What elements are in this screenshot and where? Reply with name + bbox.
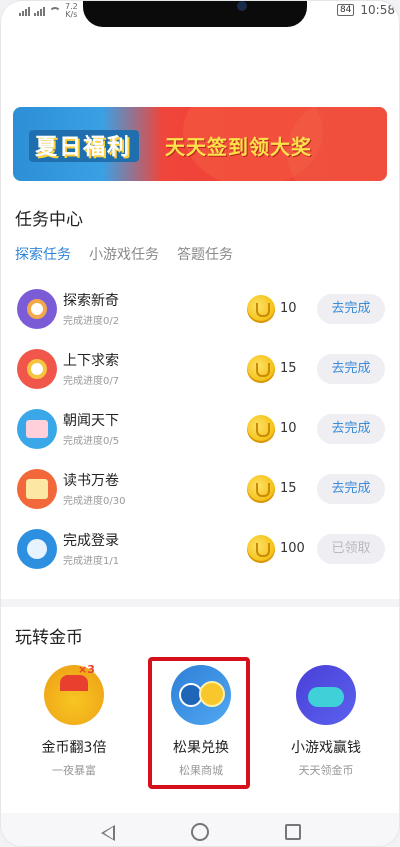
task-name: 上下求索: [63, 353, 119, 369]
clock: 10:58: [360, 3, 395, 17]
search-ring-icon: [17, 349, 57, 389]
status-bar: 7.2 K/s 84 10:58: [1, 1, 399, 29]
tab-explore[interactable]: 探索任务: [15, 244, 71, 264]
banner-subtitle: 天天签到领大奖: [165, 135, 312, 159]
task-name: 朝闻天下: [63, 413, 119, 429]
network-speed: 7.2 K/s: [65, 3, 78, 19]
task-center-title: 任务中心: [15, 210, 83, 230]
back-icon[interactable]: [101, 825, 115, 841]
promo-banner[interactable]: 夏日福利 天天签到领大奖: [13, 107, 387, 181]
signal-icon-2: [34, 6, 45, 16]
tab-minigame[interactable]: 小游戏任务: [89, 244, 159, 264]
task-progress: 完成进度1/1: [63, 556, 120, 567]
status-right: 84 10:58: [336, 3, 395, 17]
login-shield-icon: [17, 529, 57, 569]
task-name: 探索新奇: [63, 293, 119, 309]
game-name: 金币翻3倍: [41, 740, 107, 756]
camera-icon: [237, 1, 247, 11]
task-row: 读书万卷 完成进度0/30 15 去完成: [1, 461, 399, 521]
status-left: 7.2 K/s: [19, 3, 78, 19]
task-list: 探索新奇 完成进度0/2 10 去完成 上下求索 完成进度0/7 15 去完成 …: [1, 281, 399, 581]
task-name: 完成登录: [63, 533, 119, 549]
task-progress: 完成进度0/7: [63, 376, 120, 387]
coin-flip-card[interactable]: ×3 金币翻3倍 一夜暴富: [19, 663, 129, 778]
coin-flip-cap: [60, 675, 88, 691]
coin-icon: [247, 355, 275, 383]
signal-icon: [19, 6, 30, 16]
gamepad-icon: [296, 665, 356, 725]
battery-icon: 84: [336, 4, 355, 16]
task-reward: 15: [280, 361, 297, 376]
task-progress: 完成进度0/5: [63, 436, 120, 447]
task-reward: 15: [280, 481, 297, 496]
phone-screen: 7.2 K/s 84 10:58 夏日福利 天天签到领大奖 任务中心 探索任务 小…: [0, 0, 400, 847]
task-name: 读书万卷: [63, 473, 119, 489]
section-divider: [1, 599, 399, 607]
task-reward: 10: [280, 421, 297, 436]
task-action-button[interactable]: 去完成: [317, 294, 385, 324]
highlight-box: [148, 657, 250, 789]
speed-unit: K/s: [65, 10, 78, 19]
task-action-button[interactable]: 去完成: [317, 474, 385, 504]
home-icon[interactable]: [191, 823, 209, 841]
game-subtitle: 天天领金币: [298, 764, 354, 777]
wifi-icon: [49, 6, 61, 16]
coin-icon: [247, 475, 275, 503]
book-icon: [17, 469, 57, 509]
task-row: 探索新奇 完成进度0/2 10 去完成: [1, 281, 399, 341]
task-progress: 完成进度0/2: [63, 316, 120, 327]
banner-title: 夏日福利: [35, 135, 132, 160]
gamepad-body: [308, 687, 344, 707]
notch: [83, 1, 307, 27]
task-row: 上下求索 完成进度0/7 15 去完成: [1, 341, 399, 401]
task-progress: 完成进度0/30: [63, 496, 126, 507]
task-reward: 100: [280, 541, 305, 556]
task-action-button[interactable]: 去完成: [317, 414, 385, 444]
recent-apps-icon[interactable]: [285, 824, 301, 840]
task-row: 完成登录 完成进度1/1 100 已领取: [1, 521, 399, 581]
coin-icon: [247, 295, 275, 323]
tab-quiz[interactable]: 答题任务: [177, 244, 233, 264]
task-tabs: 探索任务 小游戏任务 答题任务: [15, 244, 233, 264]
task-row: 朝闻天下 完成进度0/5 10 去完成: [1, 401, 399, 461]
task-reward: 10: [280, 301, 297, 316]
coins-section-title: 玩转金币: [15, 628, 83, 648]
task-claimed-button: 已领取: [317, 534, 385, 564]
coin-flip-badge: ×3: [78, 663, 95, 676]
search-explore-icon: [17, 289, 57, 329]
game-name: 小游戏赢钱: [291, 740, 361, 756]
task-action-button[interactable]: 去完成: [317, 354, 385, 384]
coin-icon: [247, 415, 275, 443]
minigame-card[interactable]: 小游戏赢钱 天天领金币: [271, 665, 381, 778]
news-icon: [17, 409, 57, 449]
coin-icon: [247, 535, 275, 563]
coin-flip-icon: ×3: [44, 663, 104, 725]
navigation-bar: [1, 813, 399, 846]
game-subtitle: 一夜暴富: [52, 764, 96, 777]
